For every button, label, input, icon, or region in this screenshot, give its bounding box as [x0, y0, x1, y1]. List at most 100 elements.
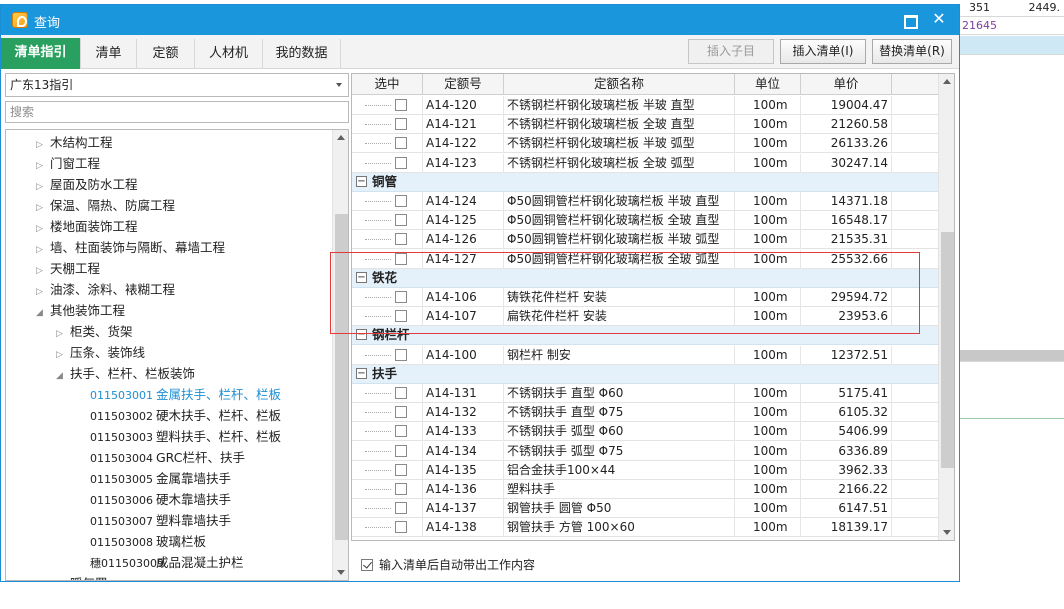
tab-list-guide[interactable]: 清单指引 — [1, 38, 81, 69]
tab-list[interactable]: 清单 — [81, 39, 137, 69]
tree-leaf-item[interactable]: 011503001 金属扶手、栏杆、栏板 — [90, 384, 281, 405]
region-select[interactable]: 广东13指引 — [5, 73, 349, 97]
table-row[interactable]: A14-121 不锈钢栏杆钢化玻璃栏板 全玻 直型 100m 21260.58 — [352, 115, 938, 135]
scroll-down-icon[interactable] — [333, 564, 348, 580]
row-checkbox[interactable] — [395, 483, 407, 495]
select-cell — [352, 288, 423, 307]
col-header-name[interactable]: 定额名称 — [504, 74, 735, 95]
table-row[interactable]: A14-138 钢管扶手 方管 100×60 100m 18139.17 — [352, 518, 938, 538]
table-row[interactable]: A14-120 不锈钢栏杆钢化玻璃栏板 半玻 直型 100m 19004.47 — [352, 96, 938, 115]
tree-leaf-item[interactable]: 011503004 GRC栏杆、扶手 — [90, 447, 245, 468]
row-checkbox[interactable] — [395, 137, 407, 150]
col-header-price[interactable]: 单价 — [801, 74, 892, 95]
tree-leaf-item[interactable]: 011503002 硬木扶手、栏杆、栏板 — [90, 405, 281, 426]
tree-leaf-item[interactable]: 011503003 塑料扶手、栏杆、栏板 — [90, 426, 281, 447]
tree-node[interactable]: ▷ 暖气罩 — [56, 573, 108, 580]
tree-node[interactable]: ▷ 木结构工程 — [36, 132, 113, 153]
row-checkbox[interactable] — [395, 348, 407, 361]
row-checkbox[interactable] — [395, 502, 407, 515]
tree-node[interactable]: ▷ 屋面及防水工程 — [36, 174, 138, 195]
row-checkbox[interactable] — [395, 463, 407, 476]
table-row[interactable]: A14-127 Φ50圆铜管栏杆钢化玻璃栏板 全玻 弧型 100m 25532.66 — [352, 249, 938, 269]
group-row[interactable]: − 钢栏杆 — [352, 326, 938, 346]
collapse-icon[interactable]: − — [356, 175, 367, 187]
maximize-button[interactable] — [899, 11, 919, 29]
group-row[interactable]: − 扶手 — [352, 364, 938, 384]
tree-node[interactable]: ▷ 保温、隔热、防腐工程 — [36, 195, 175, 216]
table-row[interactable]: A14-107 扁铁花件栏杆 安装 100m 23953.6 — [352, 307, 938, 327]
search-input[interactable] — [5, 101, 349, 123]
table-row[interactable]: A14-133 不锈钢扶手 弧型 Φ60 100m 5406.99 — [352, 422, 938, 442]
collapse-icon[interactable]: − — [356, 367, 367, 379]
tree-node[interactable]: ◢ 扶手、栏杆、栏板装饰 — [56, 363, 195, 384]
grid-scrollbar[interactable] — [938, 74, 954, 540]
group-row[interactable]: − 铜管 — [352, 172, 938, 192]
collapse-icon[interactable]: − — [356, 329, 367, 341]
tab-quota[interactable]: 定额 — [137, 39, 195, 69]
group-row[interactable]: − 铁花 — [352, 268, 938, 288]
row-checkbox[interactable] — [395, 214, 407, 227]
tree-leaf-item[interactable]: 011503008 玻璃栏板 — [90, 531, 206, 552]
table-row[interactable]: A14-126 Φ50圆铜管栏杆钢化玻璃栏板 半玻 弧型 100m 21535.31 — [352, 230, 938, 250]
table-row[interactable]: A14-106 铸铁花件栏杆 安装 100m 29594.72 — [352, 288, 938, 307]
row-checkbox[interactable] — [395, 310, 407, 323]
table-row[interactable]: A14-124 Φ50圆铜管栏杆钢化玻璃栏板 半玻 直型 100m 14371.18 — [352, 192, 938, 211]
table-row[interactable]: A14-136 塑料扶手 100m 2166.22 — [352, 480, 938, 499]
row-checkbox[interactable] — [395, 425, 407, 438]
cell-name: Φ50圆铜管栏杆钢化玻璃栏板 全玻 直型 — [504, 211, 735, 231]
table-row[interactable]: A14-131 不锈钢扶手 直型 Φ60 100m 5175.41 — [352, 384, 938, 403]
row-checkbox[interactable] — [395, 156, 407, 169]
replace-list-button[interactable]: 替换清单(R) — [872, 39, 952, 64]
table-row[interactable]: A14-135 铝合金扶手100×44 100m 3962.33 — [352, 460, 938, 480]
row-checkbox[interactable] — [395, 118, 407, 131]
row-checkbox[interactable] — [395, 233, 407, 246]
tree-leaf-item[interactable]: 011503005 金属靠墙扶手 — [90, 468, 231, 489]
tree-node[interactable]: ▷ 柜类、货架 — [56, 321, 133, 342]
tree-scrollbar[interactable] — [332, 130, 348, 580]
tree-leaf-item[interactable]: 011503006 硬木靠墙扶手 — [90, 489, 231, 510]
col-header-code[interactable]: 定额号 — [423, 74, 504, 95]
expanded-arrow-icon[interactable]: ◢ — [56, 366, 66, 387]
tab-labor-material[interactable]: 人材机 — [195, 39, 263, 69]
row-checkbox[interactable] — [395, 99, 407, 111]
row-checkbox[interactable] — [395, 195, 407, 207]
tree-node[interactable]: ▷ 墙、柱面装饰与隔断、幕墙工程 — [36, 237, 225, 258]
scroll-up-icon[interactable] — [333, 130, 348, 146]
table-row[interactable]: A14-100 钢栏杆 制安 100m 12372.51 — [352, 345, 938, 365]
scroll-thumb[interactable] — [335, 214, 348, 540]
tree-leaf-item[interactable]: 穗011503009成品混凝土护栏 — [90, 552, 244, 573]
expanded-arrow-icon[interactable]: ◢ — [36, 303, 46, 324]
tab-my-data[interactable]: 我的数据 — [263, 39, 341, 69]
tree-node[interactable]: ▷ 天棚工程 — [36, 258, 100, 279]
tree-node[interactable]: ▷ 油漆、涂料、裱糊工程 — [36, 279, 175, 300]
row-checkbox[interactable] — [395, 252, 407, 265]
insert-list-button[interactable]: 插入清单(I) — [780, 39, 866, 64]
auto-content-checkbox[interactable] — [361, 559, 373, 571]
table-row[interactable]: A14-137 钢管扶手 圆管 Φ50 100m 6147.51 — [352, 499, 938, 519]
collapsed-arrow-icon[interactable]: ▷ — [56, 576, 66, 580]
row-checkbox[interactable] — [395, 406, 407, 419]
title-bar[interactable]: 查询 ✕ — [1, 5, 959, 35]
row-checkbox[interactable] — [395, 291, 407, 303]
tree-node[interactable]: ▷ 门窗工程 — [36, 153, 100, 174]
scroll-thumb[interactable] — [941, 232, 954, 468]
insert-sub-item-button[interactable]: 插入子目 — [688, 39, 774, 64]
tree-node[interactable]: ▷ 楼地面装饰工程 — [36, 216, 138, 237]
col-header-select[interactable]: 选中 — [352, 74, 423, 95]
row-checkbox[interactable] — [395, 444, 407, 457]
close-button[interactable]: ✕ — [929, 9, 949, 29]
table-row[interactable]: A14-122 不锈钢栏杆钢化玻璃栏板 半玻 弧型 100m 26133.26 — [352, 134, 938, 154]
col-header-unit[interactable]: 单位 — [735, 74, 801, 95]
table-row[interactable]: A14-125 Φ50圆铜管栏杆钢化玻璃栏板 全玻 直型 100m 16548.17 — [352, 211, 938, 231]
table-row[interactable]: A14-132 不锈钢扶手 直型 Φ75 100m 6105.32 — [352, 403, 938, 423]
table-row[interactable]: A14-123 不锈钢栏杆钢化玻璃栏板 全玻 弧型 100m 30247.14 — [352, 153, 938, 173]
tree-node[interactable]: ◢ 其他装饰工程 — [36, 300, 125, 321]
scroll-up-icon[interactable] — [939, 74, 954, 90]
row-checkbox[interactable] — [395, 387, 407, 399]
tree-node[interactable]: ▷ 压条、装饰线 — [56, 342, 145, 363]
table-row[interactable]: A14-134 不锈钢扶手 弧型 Φ75 100m 6336.89 — [352, 441, 938, 461]
collapse-icon[interactable]: − — [356, 271, 367, 283]
scroll-down-icon[interactable] — [939, 524, 954, 540]
tree-leaf-item[interactable]: 011503007 塑料靠墙扶手 — [90, 510, 231, 531]
row-checkbox[interactable] — [395, 521, 407, 534]
